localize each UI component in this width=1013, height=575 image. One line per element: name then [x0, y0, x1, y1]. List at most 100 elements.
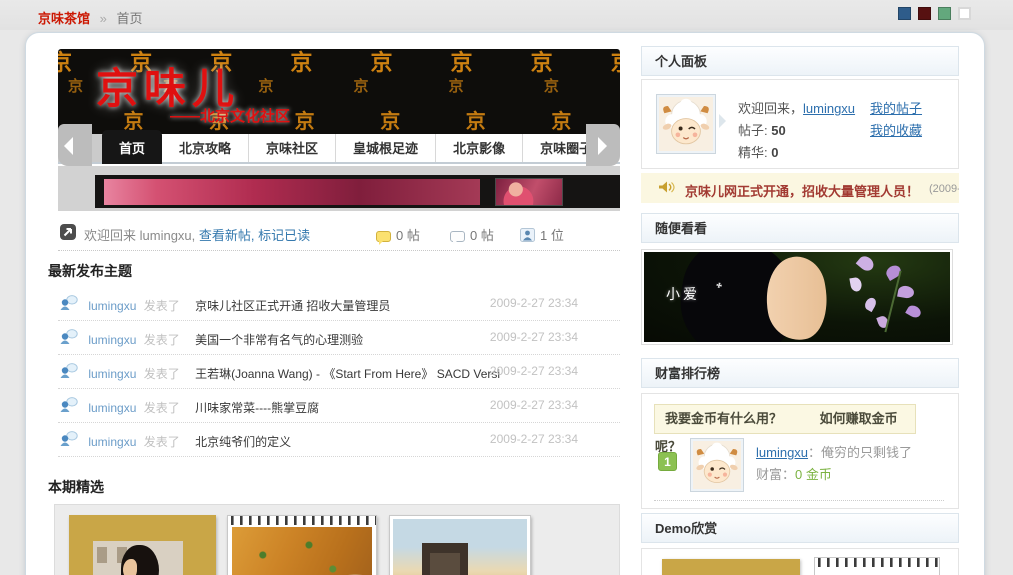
stat-online-members: 1 位	[520, 225, 564, 245]
post-author-link[interactable]: lumingxu	[88, 435, 136, 449]
stat-online-value: 1 位	[540, 228, 564, 243]
post-author-link[interactable]: lumingxu	[88, 401, 136, 415]
featured-title: 本期精选	[48, 479, 104, 495]
topic-author-icon	[60, 329, 78, 344]
sheep-avatar-icon	[693, 441, 741, 489]
post-title-link[interactable]: 北京纯爷们的定义	[195, 435, 291, 449]
featured-photo	[93, 541, 183, 575]
post-author-link[interactable]: lumingxu	[88, 333, 136, 347]
topic-author-icon	[60, 363, 78, 378]
announcement-date: (2009-3-5	[929, 183, 959, 195]
tab-beijing-images[interactable]: 北京影像	[436, 134, 524, 162]
featured-photo	[232, 527, 372, 575]
theme-swatch-white[interactable]	[958, 7, 971, 20]
mark-read-link[interactable]: 标记已读	[258, 228, 310, 243]
post-row: lumingxu 发表了 美国一个非常有名气的心理测验 2009-2-27 23…	[58, 321, 620, 355]
tab-jingwei-community[interactable]: 京味社区	[249, 134, 337, 162]
browse-image-link[interactable]: 小爱 ᛭	[641, 249, 953, 345]
member-icon	[520, 228, 535, 245]
featured-thumb-cityscape[interactable]	[389, 515, 531, 575]
post-row: lumingxu 发表了 川味家常菜----熊掌豆腐 2009-2-27 23:…	[58, 389, 620, 423]
browse-header: 随便看看	[641, 213, 959, 243]
tab-home[interactable]: 首页	[102, 130, 163, 164]
featured-thumb-lady[interactable]	[69, 515, 216, 575]
post-row: lumingxu 发表了 北京纯爷们的定义 2009-2-27 23:34	[58, 423, 620, 457]
featured-photo	[393, 519, 527, 575]
theme-swatch-green[interactable]	[938, 7, 951, 20]
welcome-text: 欢迎回来 lumingxu, 查看新帖, 标记已读	[84, 225, 310, 244]
panel-welcome-prefix: 欢迎回来，	[738, 101, 804, 116]
rank-1-badge: 1	[658, 452, 677, 471]
post-date: 2009-2-27 23:34	[489, 364, 578, 378]
theme-swatch-blue[interactable]	[898, 7, 911, 20]
panel-username-link[interactable]: lumingxu	[803, 101, 855, 116]
sheep-avatar-icon	[659, 97, 713, 151]
featured-box	[54, 504, 620, 575]
demo-thumb-gold[interactable]	[662, 559, 800, 575]
main-nav: 首页 北京攻略 京味社区 皇城根足迹 北京影像 京味圈子	[58, 130, 620, 164]
coin-questions-box: 我要金币有什么用？ 如何赚取金币呢？	[654, 404, 916, 454]
rank-colon: ：	[808, 445, 822, 460]
post-title-link[interactable]: 京味儿社区正式开通 招收大量管理员	[195, 299, 390, 313]
rank-user-quote: 俺穷的只剩钱了	[821, 445, 913, 460]
dotted-divider	[654, 500, 944, 501]
announcement-link[interactable]: 京味儿网正式开通，招收大量管理人员！	[685, 181, 919, 200]
slideshow-strip	[58, 166, 620, 211]
announcement-bar: 京味儿网正式开通，招收大量管理人员！ (2009-3-5	[641, 173, 959, 203]
theme-swatch-darkred[interactable]	[918, 7, 931, 20]
post-title-link[interactable]: 川味家常菜----熊掌豆腐	[195, 401, 319, 415]
post-action: 发表了	[143, 435, 180, 449]
post-action: 发表了	[143, 367, 180, 381]
spiral-binding	[815, 558, 939, 567]
welcome-bar: 欢迎回来 lumingxu, 查看新帖, 标记已读 0 帖 0 帖 1 位	[58, 221, 620, 251]
tab-beijing-guide[interactable]: 北京攻略	[162, 134, 250, 162]
post-author-link[interactable]: lumingxu	[88, 299, 136, 313]
arrow-right-icon	[598, 137, 607, 155]
breadcrumb-separator: »	[99, 11, 107, 26]
carousel-next-button[interactable]	[586, 124, 620, 166]
spiral-binding	[228, 516, 376, 525]
breadcrumb-site-link[interactable]: 京味茶馆	[38, 11, 90, 26]
post-date: 2009-2-27 23:34	[489, 330, 578, 344]
post-author-link[interactable]: lumingxu	[88, 367, 136, 381]
site-banner: 京 京 京 京 京 京 京 京 京 京 京 京 京 京 京 京 京 京 京 京 …	[58, 49, 620, 134]
wealth-value: 0 金币	[795, 467, 832, 482]
site-slogan: ——北京文化社区	[170, 108, 291, 125]
post-row: lumingxu 发表了 王若琳(Joanna Wang) - 《Start F…	[58, 355, 620, 389]
browse-caption: 小爱	[666, 286, 700, 302]
my-favorites-link[interactable]: 我的收藏	[870, 123, 922, 138]
topbar: 京味茶馆 » 首页	[0, 0, 1013, 30]
topic-author-icon	[60, 431, 78, 446]
topic-author-icon	[60, 295, 78, 310]
coin-use-question-link[interactable]: 我要金币有什么用？	[665, 411, 782, 426]
personal-panel-header: 个人面板	[641, 46, 959, 76]
latest-topics-title: 最新发布主题	[48, 263, 132, 279]
browse-photo: 小爱 ᛭	[644, 252, 950, 342]
gray-bubble-icon	[450, 231, 465, 245]
arrow-left-icon	[64, 137, 73, 155]
demo-thumb-card[interactable]	[814, 557, 940, 575]
user-avatar[interactable]	[656, 94, 716, 154]
carousel-prev-button[interactable]	[58, 124, 92, 166]
panel-digest-value: 0	[771, 145, 779, 160]
rank-username-link[interactable]: lumingxu	[756, 445, 808, 460]
wealth-ranking-header: 财富排行榜	[641, 358, 959, 388]
my-posts-link[interactable]: 我的帖子	[870, 101, 922, 116]
panel-posts-label: 帖子:	[738, 123, 768, 138]
forum-status-icon	[60, 224, 76, 240]
wealth-ranking-body: 我要金币有什么用？ 如何赚取金币呢？ 1 lumingxu：俺穷的只剩钱了 财富…	[641, 393, 959, 509]
view-new-posts-link[interactable]: 查看新帖,	[199, 228, 255, 243]
slideshow-frame	[95, 175, 620, 208]
post-date: 2009-2-27 23:34	[489, 432, 578, 446]
topic-author-icon	[60, 397, 78, 412]
post-title-link[interactable]: 王若琳(Joanna Wang) - 《Start From Here》 SAC…	[195, 367, 500, 381]
theme-color-picker	[898, 7, 971, 20]
slideshow-image[interactable]	[104, 179, 480, 205]
post-title-link[interactable]: 美国一个非常有名气的心理测验	[195, 333, 363, 347]
rank-user-avatar[interactable]	[690, 438, 744, 492]
slideshow-thumbnail[interactable]	[495, 178, 563, 206]
post-date: 2009-2-27 23:34	[489, 296, 578, 310]
stat-replies-value: 0 帖	[470, 228, 494, 243]
tab-imperial-footprints[interactable]: 皇城根足迹	[336, 134, 437, 162]
featured-thumb-food[interactable]	[227, 515, 377, 575]
